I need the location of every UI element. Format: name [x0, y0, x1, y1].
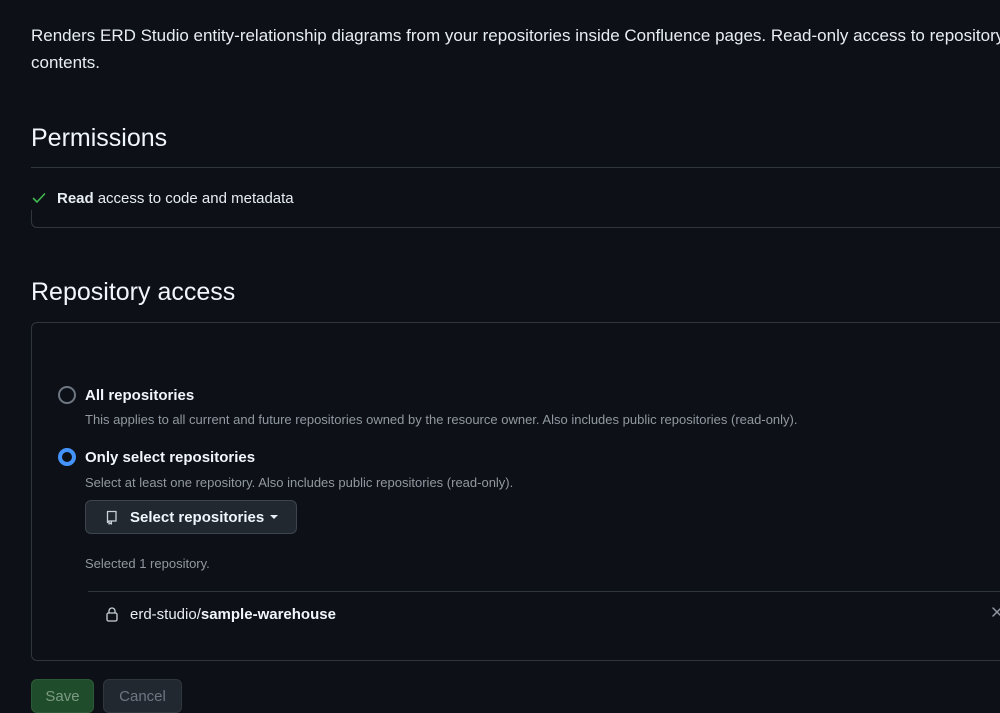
selected-repository-item: erd-studio/ sample-warehouse: [88, 591, 1000, 636]
select-repositories-button[interactable]: Select repositories: [85, 500, 297, 534]
all-repositories-description: This applies to all current and future r…: [85, 412, 798, 427]
select-repositories-label: Select repositories: [130, 508, 265, 526]
repository-name: sample-warehouse: [200, 605, 336, 623]
permissions-divider: [31, 167, 1000, 168]
repo-icon: [104, 509, 120, 525]
cancel-button[interactable]: Cancel: [103, 679, 182, 713]
save-button[interactable]: Save: [31, 679, 94, 713]
selected-count-text: Selected 1 repository.: [85, 556, 210, 571]
only-select-repositories-label[interactable]: Only select repositories: [85, 449, 255, 466]
permission-text: access to code and metadata: [97, 189, 294, 207]
only-select-repositories-radio[interactable]: [58, 448, 76, 466]
page: Renders ERD Studio entity-relationship d…: [0, 0, 1000, 713]
permissions-box: [31, 210, 1000, 228]
repository-access-heading: Repository access: [31, 278, 236, 306]
permission-item: Read access to code and metadata: [31, 187, 294, 209]
caret-down-icon: [270, 515, 279, 519]
remove-repository-icon[interactable]: [989, 604, 1000, 620]
all-repositories-radio[interactable]: [58, 386, 76, 404]
app-description: Renders ERD Studio entity-relationship d…: [31, 26, 1000, 72]
all-repositories-option[interactable]: All repositories: [58, 386, 194, 404]
only-select-repositories-option[interactable]: Only select repositories: [58, 448, 255, 466]
all-repositories-label[interactable]: All repositories: [85, 387, 194, 404]
permission-level: Read: [57, 189, 94, 207]
permissions-heading: Permissions: [31, 124, 168, 152]
only-select-repositories-description: Select at least one repository. Also inc…: [85, 475, 514, 490]
lock-icon: [104, 606, 120, 622]
repository-owner: erd-studio/: [130, 605, 201, 623]
check-icon: [31, 190, 47, 206]
